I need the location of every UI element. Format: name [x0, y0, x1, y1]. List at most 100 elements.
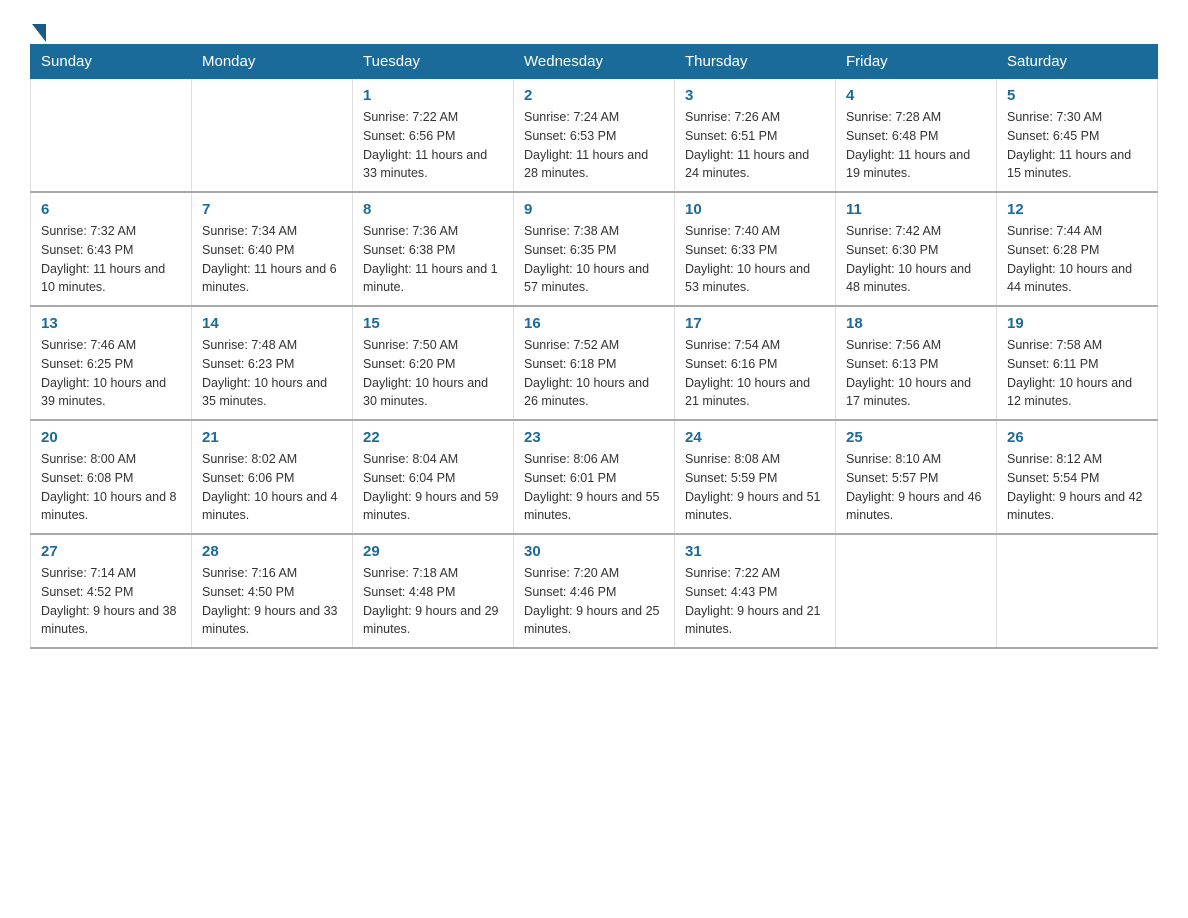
calendar-day-cell: 17 Sunrise: 7:54 AMSunset: 6:16 PMDaylig… [675, 306, 836, 420]
day-number: 13 [41, 315, 181, 332]
calendar-day-cell: 30 Sunrise: 7:20 AMSunset: 4:46 PMDaylig… [514, 534, 675, 648]
day-info: Sunrise: 7:56 AMSunset: 6:13 PMDaylight:… [846, 338, 971, 408]
day-number: 31 [685, 543, 825, 560]
day-number: 3 [685, 87, 825, 104]
calendar-day-cell: 25 Sunrise: 8:10 AMSunset: 5:57 PMDaylig… [836, 420, 997, 534]
day-number: 28 [202, 543, 342, 560]
day-info: Sunrise: 7:34 AMSunset: 6:40 PMDaylight:… [202, 224, 337, 294]
calendar-week-row: 20 Sunrise: 8:00 AMSunset: 6:08 PMDaylig… [31, 420, 1158, 534]
calendar-day-cell: 8 Sunrise: 7:36 AMSunset: 6:38 PMDayligh… [353, 192, 514, 306]
calendar-day-cell: 3 Sunrise: 7:26 AMSunset: 6:51 PMDayligh… [675, 79, 836, 193]
logo-arrow-icon [32, 24, 46, 42]
day-info: Sunrise: 7:36 AMSunset: 6:38 PMDaylight:… [363, 224, 498, 294]
calendar-header-monday: Monday [192, 45, 353, 79]
calendar-day-cell [192, 79, 353, 193]
day-info: Sunrise: 7:14 AMSunset: 4:52 PMDaylight:… [41, 566, 177, 636]
calendar-week-row: 27 Sunrise: 7:14 AMSunset: 4:52 PMDaylig… [31, 534, 1158, 648]
day-number: 23 [524, 429, 664, 446]
day-info: Sunrise: 8:12 AMSunset: 5:54 PMDaylight:… [1007, 452, 1143, 522]
calendar-day-cell: 12 Sunrise: 7:44 AMSunset: 6:28 PMDaylig… [997, 192, 1158, 306]
day-number: 15 [363, 315, 503, 332]
day-info: Sunrise: 8:04 AMSunset: 6:04 PMDaylight:… [363, 452, 499, 522]
day-info: Sunrise: 7:18 AMSunset: 4:48 PMDaylight:… [363, 566, 499, 636]
calendar-header-tuesday: Tuesday [353, 45, 514, 79]
day-number: 29 [363, 543, 503, 560]
calendar-header-thursday: Thursday [675, 45, 836, 79]
calendar-day-cell: 19 Sunrise: 7:58 AMSunset: 6:11 PMDaylig… [997, 306, 1158, 420]
calendar-day-cell: 1 Sunrise: 7:22 AMSunset: 6:56 PMDayligh… [353, 79, 514, 193]
day-number: 18 [846, 315, 986, 332]
calendar-day-cell: 29 Sunrise: 7:18 AMSunset: 4:48 PMDaylig… [353, 534, 514, 648]
calendar-day-cell: 20 Sunrise: 8:00 AMSunset: 6:08 PMDaylig… [31, 420, 192, 534]
day-number: 26 [1007, 429, 1147, 446]
day-number: 19 [1007, 315, 1147, 332]
day-number: 24 [685, 429, 825, 446]
day-number: 5 [1007, 87, 1147, 104]
day-info: Sunrise: 7:52 AMSunset: 6:18 PMDaylight:… [524, 338, 649, 408]
calendar-day-cell: 4 Sunrise: 7:28 AMSunset: 6:48 PMDayligh… [836, 79, 997, 193]
calendar-day-cell: 6 Sunrise: 7:32 AMSunset: 6:43 PMDayligh… [31, 192, 192, 306]
calendar-day-cell: 26 Sunrise: 8:12 AMSunset: 5:54 PMDaylig… [997, 420, 1158, 534]
calendar-day-cell: 9 Sunrise: 7:38 AMSunset: 6:35 PMDayligh… [514, 192, 675, 306]
day-info: Sunrise: 7:20 AMSunset: 4:46 PMDaylight:… [524, 566, 660, 636]
day-number: 1 [363, 87, 503, 104]
day-info: Sunrise: 7:42 AMSunset: 6:30 PMDaylight:… [846, 224, 971, 294]
day-number: 9 [524, 201, 664, 218]
day-info: Sunrise: 7:50 AMSunset: 6:20 PMDaylight:… [363, 338, 488, 408]
calendar-day-cell: 11 Sunrise: 7:42 AMSunset: 6:30 PMDaylig… [836, 192, 997, 306]
day-number: 14 [202, 315, 342, 332]
day-info: Sunrise: 7:28 AMSunset: 6:48 PMDaylight:… [846, 110, 970, 180]
calendar-week-row: 13 Sunrise: 7:46 AMSunset: 6:25 PMDaylig… [31, 306, 1158, 420]
day-number: 16 [524, 315, 664, 332]
calendar-day-cell: 28 Sunrise: 7:16 AMSunset: 4:50 PMDaylig… [192, 534, 353, 648]
day-info: Sunrise: 8:08 AMSunset: 5:59 PMDaylight:… [685, 452, 821, 522]
calendar-day-cell: 10 Sunrise: 7:40 AMSunset: 6:33 PMDaylig… [675, 192, 836, 306]
day-info: Sunrise: 7:22 AMSunset: 4:43 PMDaylight:… [685, 566, 821, 636]
calendar-day-cell [31, 79, 192, 193]
calendar-header-row: SundayMondayTuesdayWednesdayThursdayFrid… [31, 45, 1158, 79]
calendar-day-cell: 15 Sunrise: 7:50 AMSunset: 6:20 PMDaylig… [353, 306, 514, 420]
logo [30, 20, 46, 34]
day-number: 7 [202, 201, 342, 218]
day-info: Sunrise: 7:22 AMSunset: 6:56 PMDaylight:… [363, 110, 487, 180]
day-info: Sunrise: 7:44 AMSunset: 6:28 PMDaylight:… [1007, 224, 1132, 294]
calendar-day-cell: 16 Sunrise: 7:52 AMSunset: 6:18 PMDaylig… [514, 306, 675, 420]
day-info: Sunrise: 7:38 AMSunset: 6:35 PMDaylight:… [524, 224, 649, 294]
day-number: 6 [41, 201, 181, 218]
day-info: Sunrise: 8:02 AMSunset: 6:06 PMDaylight:… [202, 452, 338, 522]
day-info: Sunrise: 8:10 AMSunset: 5:57 PMDaylight:… [846, 452, 982, 522]
day-number: 4 [846, 87, 986, 104]
day-number: 27 [41, 543, 181, 560]
calendar-day-cell: 21 Sunrise: 8:02 AMSunset: 6:06 PMDaylig… [192, 420, 353, 534]
day-number: 11 [846, 201, 986, 218]
day-info: Sunrise: 7:46 AMSunset: 6:25 PMDaylight:… [41, 338, 166, 408]
calendar-day-cell: 7 Sunrise: 7:34 AMSunset: 6:40 PMDayligh… [192, 192, 353, 306]
calendar-week-row: 1 Sunrise: 7:22 AMSunset: 6:56 PMDayligh… [31, 79, 1158, 193]
calendar-day-cell [997, 534, 1158, 648]
calendar-day-cell: 14 Sunrise: 7:48 AMSunset: 6:23 PMDaylig… [192, 306, 353, 420]
day-number: 30 [524, 543, 664, 560]
calendar-header-wednesday: Wednesday [514, 45, 675, 79]
calendar-day-cell: 5 Sunrise: 7:30 AMSunset: 6:45 PMDayligh… [997, 79, 1158, 193]
day-info: Sunrise: 7:26 AMSunset: 6:51 PMDaylight:… [685, 110, 809, 180]
page-header [30, 20, 1158, 34]
calendar-day-cell: 13 Sunrise: 7:46 AMSunset: 6:25 PMDaylig… [31, 306, 192, 420]
day-number: 12 [1007, 201, 1147, 218]
calendar-day-cell: 27 Sunrise: 7:14 AMSunset: 4:52 PMDaylig… [31, 534, 192, 648]
calendar-day-cell [836, 534, 997, 648]
calendar-week-row: 6 Sunrise: 7:32 AMSunset: 6:43 PMDayligh… [31, 192, 1158, 306]
day-info: Sunrise: 7:54 AMSunset: 6:16 PMDaylight:… [685, 338, 810, 408]
day-info: Sunrise: 7:24 AMSunset: 6:53 PMDaylight:… [524, 110, 648, 180]
calendar-day-cell: 18 Sunrise: 7:56 AMSunset: 6:13 PMDaylig… [836, 306, 997, 420]
day-number: 20 [41, 429, 181, 446]
day-info: Sunrise: 7:40 AMSunset: 6:33 PMDaylight:… [685, 224, 810, 294]
day-info: Sunrise: 7:16 AMSunset: 4:50 PMDaylight:… [202, 566, 338, 636]
day-number: 25 [846, 429, 986, 446]
day-info: Sunrise: 7:58 AMSunset: 6:11 PMDaylight:… [1007, 338, 1132, 408]
day-number: 17 [685, 315, 825, 332]
calendar-header-sunday: Sunday [31, 45, 192, 79]
calendar-day-cell: 24 Sunrise: 8:08 AMSunset: 5:59 PMDaylig… [675, 420, 836, 534]
day-number: 8 [363, 201, 503, 218]
calendar-table: SundayMondayTuesdayWednesdayThursdayFrid… [30, 44, 1158, 649]
day-number: 22 [363, 429, 503, 446]
